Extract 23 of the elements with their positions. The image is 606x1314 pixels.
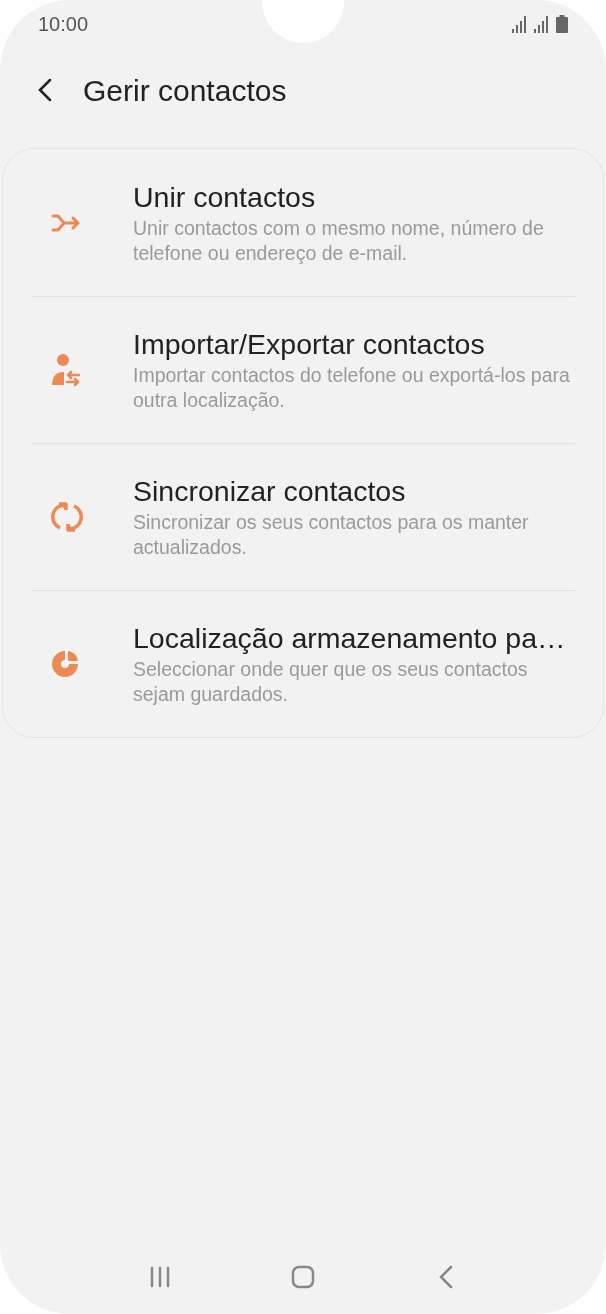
pie-chart-icon	[51, 650, 79, 678]
item-title: Localização armazenamento pa…	[133, 621, 567, 655]
item-description: Importar contactos do telefone ou exportá-los para outra localização.	[133, 363, 571, 413]
settings-list-item[interactable]: Unir contactos Unir contactos com o mesmo nome, número de telefone ou endereço de e-mail.	[31, 149, 575, 296]
merge-arrow-icon	[51, 212, 81, 233]
battery-icon	[556, 15, 568, 33]
back-icon	[439, 1265, 454, 1289]
person-arrows-icon	[51, 353, 81, 387]
back-icon	[36, 78, 52, 102]
item-title: Unir contactos	[133, 179, 317, 214]
status-time: 10:00	[38, 12, 89, 37]
page-title: Gerir contactos	[83, 72, 287, 109]
item-title: Sincronizar contactos	[133, 474, 407, 508]
settings-list-item[interactable]: Localização armazenamento pa… Seleccionar onde quer que os seus contactos sejam guardados.	[31, 590, 575, 737]
item-description: Sincronizar os seus contactos para os manter actualizados.	[133, 510, 530, 560]
home-icon	[291, 1265, 315, 1289]
item-description: Seleccionar onde quer que os seus contactos sejam guardados.	[133, 657, 529, 707]
recent-apps-icon	[148, 1266, 171, 1288]
settings-list-item[interactable]: Sincronizar contactos Sincronizar os seus contactos para os manter actualizados.	[31, 443, 575, 590]
item-title: Importar/Exportar contactos	[133, 327, 486, 361]
item-description: Unir contactos com o mesmo nome, número de telefone ou endereço de e-mail.	[133, 215, 545, 266]
settings-list-item[interactable]: Importar/Exportar contactos Importar contactos do telefone ou exportá-los para outra localização.	[31, 296, 575, 443]
sync-icon	[51, 501, 83, 533]
